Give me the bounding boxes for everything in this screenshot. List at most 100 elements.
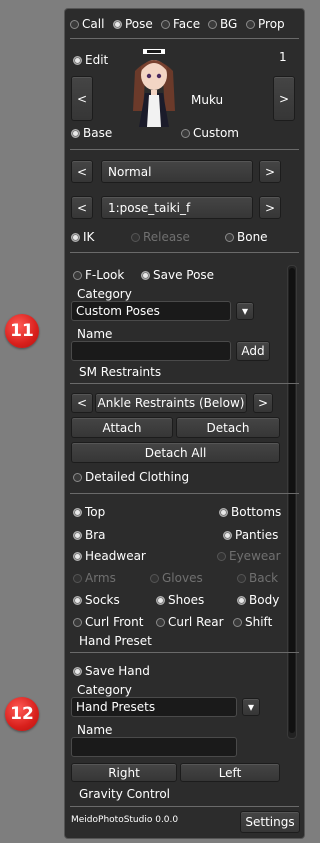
pose-prev-button[interactable]: < [71,196,93,219]
sm-restraints-heading: SM Restraints [79,365,162,379]
clothing-socks-label: Socks [85,593,120,607]
divider [70,149,299,150]
settings-button[interactable]: Settings [240,811,300,833]
pose-name-label: Name [77,327,113,341]
pose-dropdown[interactable]: 1:pose_taiki_f [101,196,253,219]
clothing-bottoms-radio [219,507,228,517]
clothing-bottoms-toggle[interactable]: Bottoms [219,505,281,519]
detailed-clothing-label: Detailed Clothing [85,470,190,484]
tab-bg-label: BG [220,17,238,31]
clothing-panties-toggle[interactable]: Panties [223,528,278,542]
clothing-shift-toggle[interactable]: Shift [233,615,272,629]
right-hand-button[interactable]: Right [71,763,177,782]
detailed-clothing-radio [73,472,82,482]
hand-category-dropdown-button[interactable]: ▾ [242,698,260,716]
clothing-back-radio [237,573,246,583]
clothing-bottoms-label: Bottoms [231,505,282,519]
hand-category-select[interactable]: Hand Presets [71,697,237,717]
restraint-dropdown[interactable]: Ankle Restraints (Below) [95,393,247,413]
clothing-body-toggle[interactable]: Body [237,593,279,607]
bone-toggle[interactable]: Bone [225,230,268,244]
ik-label: IK [83,230,95,244]
edit-label: Edit [85,53,109,67]
tab-call-radio [70,19,79,29]
clothing-back-label: Back [249,571,279,585]
tab-call[interactable]: Call [70,17,104,31]
clothing-gloves-toggle[interactable]: Gloves [150,571,203,585]
restraint-next-button[interactable]: > [253,393,273,413]
bone-label: Bone [237,230,268,244]
save-hand-toggle[interactable]: Save Hand [73,664,150,678]
maid-next-button[interactable]: > [273,76,295,121]
restraint-prev-button[interactable]: < [71,393,93,413]
photo-studio-panel: Call Pose Face BG Prop Edit 1 < > Muku B… [64,8,305,839]
add-pose-button[interactable]: Add [236,341,270,361]
clothing-shoes-label: Shoes [168,593,205,607]
pose-next-button[interactable]: > [259,196,281,219]
pose-group-next-button[interactable]: > [259,160,281,183]
clothing-top-label: Top [85,505,106,519]
detach-all-button[interactable]: Detach All [71,442,280,463]
callout-marker-11: 11 [5,314,39,348]
tab-prop[interactable]: Prop [246,17,285,31]
tab-prop-label: Prop [258,17,285,31]
clothing-curl-rear-radio [156,617,165,627]
ik-toggle[interactable]: IK [71,230,94,244]
clothing-headwear-toggle[interactable]: Headwear [73,549,146,563]
save-pose-radio [141,270,150,280]
divider [70,383,299,384]
clothing-eyewear-label: Eyewear [229,549,281,563]
pose-name-input[interactable] [71,341,231,361]
f-look-label: F-Look [85,268,125,282]
tab-pose-label: Pose [125,17,153,31]
clothing-panties-radio [223,530,232,540]
divider [70,652,299,653]
clothing-top-toggle[interactable]: Top [73,505,105,519]
clothing-curl-front-toggle[interactable]: Curl Front [73,615,143,629]
detach-button[interactable]: Detach [176,417,280,438]
clothing-socks-toggle[interactable]: Socks [73,593,120,607]
hand-category-label: Category [77,683,132,697]
clothing-panties-label: Panties [235,528,279,542]
tab-pose[interactable]: Pose [113,17,153,31]
pose-category-label: Category [77,287,132,301]
app-version: MeidoPhotoStudio 0.0.0 [71,815,179,825]
custom-toggle[interactable]: Custom [181,126,239,140]
tab-bg[interactable]: BG [208,17,237,31]
attach-button[interactable]: Attach [71,417,173,438]
pose-group-prev-button[interactable]: < [71,160,93,183]
divider [70,38,299,39]
pose-category-dropdown-button[interactable]: ▾ [236,302,254,320]
custom-radio [181,128,190,138]
save-pose-toggle[interactable]: Save Pose [141,268,214,282]
divider [70,806,299,807]
release-radio [131,232,140,242]
divider [70,493,299,494]
clothing-body-radio [237,595,246,605]
maid-prev-button[interactable]: < [71,76,93,121]
base-toggle[interactable]: Base [71,126,112,140]
scrollbar-thumb[interactable] [289,268,295,733]
clothing-curl-rear-toggle[interactable]: Curl Rear [156,615,224,629]
clothing-shift-radio [233,617,242,627]
clothing-shoes-radio [156,595,165,605]
clothing-eyewear-toggle[interactable]: Eyewear [217,549,281,563]
f-look-toggle[interactable]: F-Look [73,268,124,282]
clothing-back-toggle[interactable]: Back [237,571,278,585]
clothing-bra-label: Bra [85,528,106,542]
tab-call-label: Call [82,17,105,31]
clothing-shoes-toggle[interactable]: Shoes [156,593,204,607]
pose-group-dropdown[interactable]: Normal [101,160,253,183]
release-toggle[interactable]: Release [131,230,190,244]
hand-name-input[interactable] [71,737,237,757]
clothing-arms-toggle[interactable]: Arms [73,571,116,585]
tab-face[interactable]: Face [161,17,200,31]
left-hand-button[interactable]: Left [180,763,280,782]
pose-category-select[interactable]: Custom Poses [71,301,231,321]
panel-scrollbar[interactable] [287,265,297,739]
clothing-bra-toggle[interactable]: Bra [73,528,106,542]
clothing-shift-label: Shift [245,615,273,629]
detailed-clothing-toggle[interactable]: Detailed Clothing [73,470,189,484]
edit-toggle[interactable]: Edit [73,53,108,67]
tab-pose-radio [113,19,122,29]
